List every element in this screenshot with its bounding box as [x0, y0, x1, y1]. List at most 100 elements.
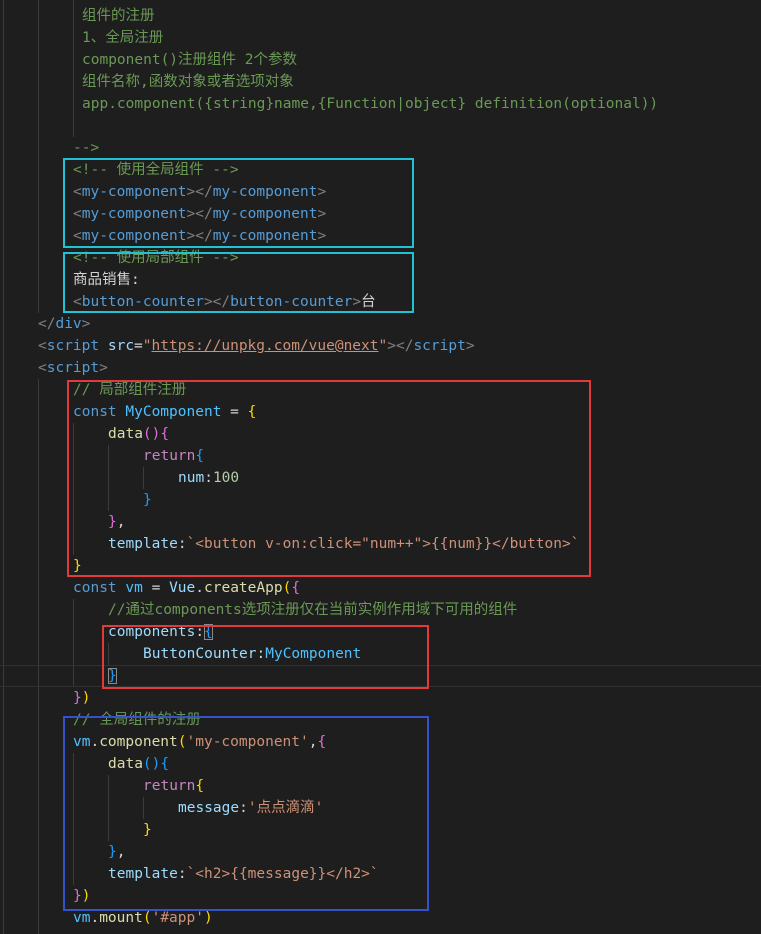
code-line[interactable]: template:`<button v-on:click="num++">{{n… [0, 533, 761, 555]
control-keyword: return [143, 448, 196, 464]
bracket: { [317, 734, 327, 750]
comment: 组件名称,函数对象或者选项对象 [82, 74, 294, 90]
punctuation: . [90, 734, 100, 750]
code-line[interactable]: message:'点点滴滴' [0, 797, 761, 819]
punctuation: , [116, 844, 126, 860]
code-line[interactable]: }) [0, 885, 761, 907]
keyword: const [73, 404, 126, 420]
tag-bracket: > [317, 184, 327, 200]
punctuation: , [116, 514, 126, 530]
bracket: ) [81, 888, 91, 904]
code-line[interactable]: components:{ [0, 621, 761, 643]
code-line[interactable]: num:100 [0, 467, 761, 489]
code-line[interactable]: //通过components选项注册仅在当前实例作用域下可用的组件 [0, 599, 761, 621]
code-line[interactable]: 1、全局注册 [0, 27, 761, 49]
code-editor[interactable]: 组件的注册 1、全局注册 component()注册组件 2个参数 组件名称,函… [0, 0, 761, 934]
bracket: } [73, 690, 82, 706]
tag-bracket: ></ [387, 338, 414, 354]
link-url[interactable]: https://unpkg.com/vue@next [152, 338, 379, 354]
code-line[interactable]: }, [0, 841, 761, 863]
property-name: num [178, 470, 205, 486]
code-line[interactable]: <!-- 使用全局组件 --> [0, 159, 761, 181]
tag-bracket: > [352, 294, 362, 310]
control-keyword: return [143, 778, 196, 794]
tag-bracket: > [317, 228, 327, 244]
code-line[interactable]: template:`<h2>{{message}}</h2>` [0, 863, 761, 885]
comment: //通过components选项注册仅在当前实例作用域下可用的组件 [108, 602, 518, 618]
tag-bracket: > [317, 206, 327, 222]
code-line[interactable]: data(){ [0, 753, 761, 775]
code-line[interactable]: 组件名称,函数对象或者选项对象 [0, 71, 761, 93]
code-line[interactable]: } [0, 489, 761, 511]
comment: --> [73, 140, 100, 156]
tag-bracket: < [73, 228, 82, 244]
tag-name: my-component [212, 184, 318, 200]
bracket: () [142, 756, 161, 772]
function-name: component [99, 734, 178, 750]
code-line[interactable]: ButtonCounter:MyComponent [0, 643, 761, 665]
code-line[interactable]: 商品销售: [0, 269, 761, 291]
code-line[interactable]: <script> [0, 357, 761, 379]
comment: <!-- 使用局部组件 --> [73, 250, 239, 266]
code-line[interactable]: vm.component('my-component',{ [0, 731, 761, 753]
code-line[interactable]: return{ [0, 775, 761, 797]
code-line[interactable]: <my-component></my-component> [0, 225, 761, 247]
comment: // 局部组件注册 [73, 382, 187, 398]
constant-name: MyComponent [265, 646, 362, 662]
tag-name: my-component [212, 206, 318, 222]
code-line[interactable]: component()注册组件 2个参数 [0, 49, 761, 71]
code-line[interactable]: <script src="https://unpkg.com/vue@next"… [0, 335, 761, 357]
bracket: ( [142, 910, 152, 926]
bracket: } [108, 844, 117, 860]
code-line[interactable]: vm.mount('#app') [0, 907, 761, 929]
template-string: `<h2>{{message}}</h2>` [186, 866, 379, 882]
code-line[interactable]: const vm = Vue.createApp({ [0, 577, 761, 599]
punctuation: : [177, 866, 187, 882]
tag-name: script [46, 338, 100, 354]
code-line-current[interactable]: } [0, 665, 761, 687]
bracket: { [291, 580, 301, 596]
punctuation: : [195, 624, 205, 640]
code-line-empty[interactable] [0, 115, 761, 137]
code-line[interactable]: 组件的注册 [0, 5, 761, 27]
code-line[interactable]: }, [0, 511, 761, 533]
code-line[interactable]: } [0, 819, 761, 841]
property-name: ButtonCounter [143, 646, 257, 662]
code-lines[interactable]: 组件的注册 1、全局注册 component()注册组件 2个参数 组件名称,函… [0, 5, 761, 929]
tag-bracket: ></ [186, 206, 213, 222]
code-line[interactable]: <my-component></my-component> [0, 181, 761, 203]
keyword: const [73, 580, 126, 596]
bracket: { [160, 426, 170, 442]
bracket: { [195, 778, 205, 794]
code-line[interactable]: // 局部组件注册 [0, 379, 761, 401]
bracket: ) [81, 690, 91, 706]
tag-name: script [46, 360, 100, 376]
code-line[interactable]: }) [0, 687, 761, 709]
tag-bracket: < [38, 360, 47, 376]
number: 100 [212, 470, 240, 486]
code-line[interactable]: --> [0, 137, 761, 159]
code-line[interactable]: return{ [0, 445, 761, 467]
code-line[interactable]: app.component({string}name,{Function|obj… [0, 93, 761, 115]
code-line[interactable]: const MyComponent = { [0, 401, 761, 423]
code-line[interactable]: data(){ [0, 423, 761, 445]
constant-name: vm [125, 580, 143, 596]
code-line[interactable]: <my-component></my-component> [0, 203, 761, 225]
variable-name: Vue [169, 580, 196, 596]
tag-name: my-component [81, 228, 187, 244]
code-line[interactable]: } [0, 555, 761, 577]
code-line[interactable]: <button-counter></button-counter>台 [0, 291, 761, 313]
punctuation: : [239, 800, 248, 816]
tag-name: my-component [81, 206, 187, 222]
code-line[interactable]: // 全局组件的注册 [0, 709, 761, 731]
punctuation: : [204, 470, 213, 486]
constant-name: vm [73, 910, 91, 926]
tag-name: div [55, 316, 82, 332]
code-line[interactable]: <!-- 使用局部组件 --> [0, 247, 761, 269]
bracket: ( [282, 580, 292, 596]
tag-bracket: > [99, 360, 108, 376]
code-line[interactable]: </div> [0, 313, 761, 335]
property-name: template [108, 866, 178, 882]
tag-name: button-counter [230, 294, 353, 310]
tag-bracket: > [465, 338, 475, 354]
